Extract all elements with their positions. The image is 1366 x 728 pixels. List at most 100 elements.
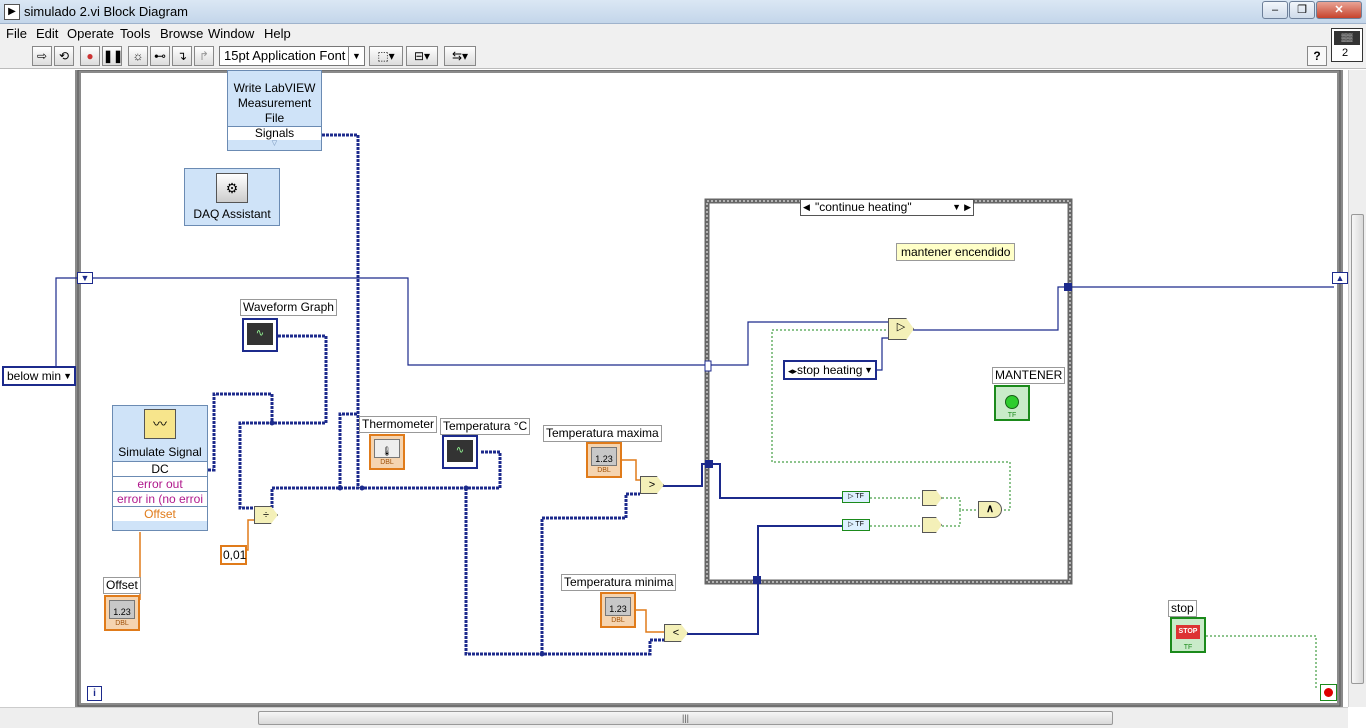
enum-arrows-icon: ◂▸ — [788, 366, 798, 376]
chart-icon: ∿ — [447, 440, 473, 462]
stop-button-terminal[interactable]: STOP TF — [1170, 617, 1206, 653]
thermometer-icon: 🌡 — [374, 439, 400, 458]
stop-button-icon: STOP — [1176, 625, 1200, 639]
connector-pane-icon[interactable]: ▒▒ 2 — [1331, 28, 1363, 62]
case-prev-icon[interactable]: ◀ — [803, 200, 810, 215]
temp-max-label: Temperatura maxima — [543, 425, 662, 442]
thermometer-type-tag: DBL — [380, 459, 394, 466]
chevron-down-icon: ▼ — [864, 365, 873, 375]
temp-max-type-tag: DBL — [597, 467, 611, 474]
selector-tunnel — [704, 360, 712, 372]
connector-number: 2 — [1342, 47, 1349, 59]
maximize-button[interactable]: ❐ — [1289, 1, 1315, 19]
chevron-down-icon: ▼ — [63, 371, 72, 381]
expand-handle-icon[interactable]: ▽ — [228, 140, 321, 148]
case-next-icon[interactable]: ▶ — [964, 200, 971, 215]
pause-icon[interactable]: ❚❚ — [102, 46, 123, 66]
reorder-icon[interactable]: ⇆▾ — [444, 46, 476, 66]
abort-icon[interactable]: ● — [80, 46, 100, 66]
offset-port[interactable]: Offset — [113, 506, 207, 521]
in-range-upper-node[interactable]: ▷ TF — [842, 491, 870, 503]
vertical-scrollbar[interactable] — [1348, 70, 1366, 707]
wire-junction — [337, 485, 343, 491]
and-node[interactable]: ∧ — [978, 501, 1002, 518]
waveform-graph-label: Waveform Graph — [240, 299, 337, 316]
vertical-scroll-thumb[interactable] — [1351, 214, 1364, 684]
temperatura-label: Temperatura °C — [440, 418, 531, 435]
horizontal-scrollbar[interactable]: ||| — [0, 707, 1348, 728]
enum-below-min[interactable]: below min ▼ — [2, 366, 76, 386]
font-select[interactable]: 15pt Application Font ▼ — [219, 46, 365, 66]
distribute-objects-icon[interactable]: ⊟▾ — [406, 46, 438, 66]
wires-layer — [55, 70, 1343, 707]
graph-wire — [238, 334, 328, 510]
menu-browse[interactable]: Browse — [160, 26, 203, 41]
in-range-lower-node[interactable]: ▷ TF — [842, 519, 870, 531]
mantener-label: MANTENER — [992, 367, 1066, 384]
temp-min-label: Temperatura minima — [561, 574, 677, 591]
write-measurement-file-node[interactable]: Write LabVIEW Measurement File Signals ▽ — [227, 70, 322, 151]
shift-register-left[interactable]: ▼ — [77, 272, 93, 284]
horizontal-scroll-thumb[interactable]: ||| — [258, 711, 1113, 725]
dc-port[interactable]: DC — [113, 461, 207, 476]
enum-stop-heating[interactable]: ◂▸stop heating ▼ — [783, 360, 877, 380]
menu-window[interactable]: Window — [208, 26, 254, 41]
temperatura-chart-terminal[interactable]: ∿ — [442, 435, 478, 469]
minimize-button[interactable]: – — [1262, 1, 1288, 19]
error-out-port[interactable]: error out — [113, 476, 207, 491]
write-file-title: Write LabVIEW Measurement File — [233, 81, 316, 125]
wire-junction — [539, 651, 545, 657]
constant-0-01[interactable]: 0,01 — [220, 545, 247, 565]
loop-condition-terminal[interactable] — [1320, 684, 1337, 701]
and-wire-b — [942, 510, 961, 527]
menu-edit[interactable]: Edit — [36, 26, 58, 41]
min-val-wire — [636, 609, 664, 633]
iteration-terminal[interactable]: i — [87, 686, 102, 701]
enum-stop-heating-value: stop heating — [797, 363, 863, 377]
offset-terminal[interactable]: 1.23 DBL — [104, 595, 140, 631]
align-objects-icon[interactable]: ⬚▾ — [369, 46, 403, 66]
context-help-button[interactable]: ? — [1307, 46, 1327, 66]
run-arrow-icon[interactable]: ⇨ — [32, 46, 52, 66]
led-icon — [1005, 395, 1019, 409]
thermometer-terminal[interactable]: 🌡 DBL — [369, 434, 405, 470]
retain-wire-values-icon[interactable]: ⊷ — [150, 46, 170, 66]
mantener-indicator-terminal[interactable]: TF — [994, 385, 1030, 421]
font-select-value: 15pt Application Font — [224, 48, 346, 63]
waveform-graph-terminal[interactable]: ∿ — [242, 318, 278, 352]
temp-max-terminal[interactable]: 1.23 DBL — [586, 442, 622, 478]
temp-min-terminal[interactable]: 1.23 DBL — [600, 592, 636, 628]
case-selector-value: "continue heating" — [815, 200, 912, 214]
menu-help[interactable]: Help — [264, 26, 291, 41]
shift-register-right[interactable]: ▲ — [1332, 272, 1348, 284]
menu-tools[interactable]: Tools — [120, 26, 150, 41]
step-out-icon[interactable]: ↱ — [194, 46, 214, 66]
toolbar: ⇨ ⟲ ● ❚❚ ☼ ⊷ ↴ ↱ 15pt Application Font ▼ … — [0, 44, 1366, 69]
daq-assistant-node[interactable]: ⚙ DAQ Assistant — [184, 168, 280, 226]
error-in-port[interactable]: error in (no erroi — [113, 491, 207, 506]
signals-port[interactable]: Signals — [228, 126, 321, 140]
close-button[interactable]: ✕ — [1316, 1, 1362, 19]
stop-wire — [1206, 635, 1317, 690]
step-into-icon[interactable]: ↴ — [172, 46, 192, 66]
chevron-down-icon[interactable]: ▼ — [952, 200, 961, 215]
menu-operate[interactable]: Operate — [67, 26, 114, 41]
run-continuous-icon[interactable]: ⟲ — [54, 46, 74, 66]
mantener-type-tag: TF — [1007, 412, 1017, 419]
temp-wire — [464, 488, 664, 656]
enum-wire — [55, 277, 888, 377]
stop-label: stop — [1168, 600, 1197, 617]
case-selector[interactable]: ◀ "continue heating" ▼ ▶ — [800, 199, 974, 216]
menu-file[interactable]: File — [6, 26, 27, 41]
temp-min-numeric: 1.23 — [605, 597, 631, 616]
simulate-signal-node[interactable]: 〰 Simulate Signal DC error out error in … — [112, 405, 208, 531]
comment-label: mantener encendido — [896, 243, 1016, 261]
offset-label: Offset — [103, 577, 141, 594]
stop-type-tag: TF — [1183, 644, 1193, 651]
block-diagram-canvas[interactable]: ▼ ▲ i below min ▼ Write LabVIEW Measuremen… — [0, 70, 1348, 707]
offset-type-tag: DBL — [115, 620, 129, 627]
wire-junction — [269, 420, 275, 426]
tunnel-upper — [705, 460, 713, 468]
temp-max-numeric: 1.23 — [591, 447, 617, 466]
highlight-execution-icon[interactable]: ☼ — [128, 46, 148, 66]
